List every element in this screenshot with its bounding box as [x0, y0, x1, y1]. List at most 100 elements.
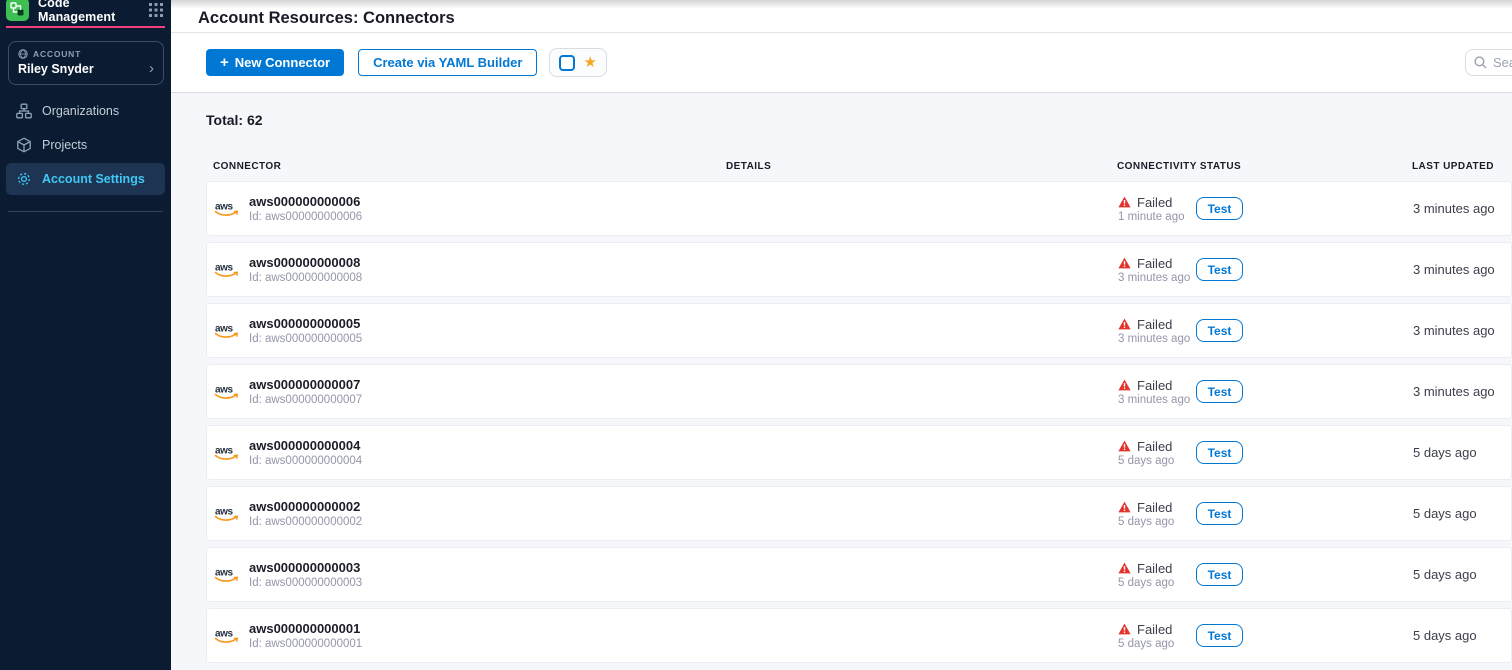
test-button[interactable]: Test	[1196, 502, 1243, 525]
status-block: Failed 5 days ago	[1118, 622, 1196, 650]
connector-name: aws000000000008	[249, 255, 362, 270]
new-connector-button[interactable]: + New Connector	[206, 49, 344, 76]
app-root: Code Management	[0, 0, 1512, 670]
connectivity-status-cell: Failed 5 days ago Test	[1118, 500, 1413, 528]
star-icon[interactable]: ★	[583, 55, 596, 70]
favorites-checkbox[interactable]	[559, 55, 575, 71]
search-box	[1465, 49, 1512, 76]
connector-cell: aws aws000000000005 Id: aws000000000005	[207, 316, 727, 346]
connectivity-status-cell: Failed 3 minutes ago Test	[1118, 378, 1413, 406]
search-icon	[1474, 56, 1487, 69]
table-row[interactable]: aws aws000000000001 Id: aws000000000001	[206, 608, 1512, 663]
connector-name: aws000000000002	[249, 499, 362, 514]
test-button[interactable]: Test	[1196, 319, 1243, 342]
aws-logo-icon: aws	[214, 627, 240, 645]
table-row[interactable]: aws aws000000000003 Id: aws000000000003	[206, 547, 1512, 602]
total-label: Total:	[206, 112, 243, 128]
connector-id: Id: aws000000000007	[249, 393, 362, 407]
last-updated-cell: 5 days ago	[1413, 506, 1511, 521]
main-panel: Account Resources: Connectors + New Conn…	[171, 0, 1512, 670]
warning-icon	[1118, 196, 1131, 208]
test-button[interactable]: Test	[1196, 624, 1243, 647]
status-block: Failed 3 minutes ago	[1118, 378, 1196, 406]
connector-cell: aws aws000000000006 Id: aws000000000006	[207, 194, 727, 224]
create-yaml-builder-button[interactable]: Create via YAML Builder	[358, 49, 537, 76]
table-row[interactable]: aws aws000000000005 Id: aws000000000005	[206, 303, 1512, 358]
connector-name: aws000000000004	[249, 438, 362, 453]
module-accent-line	[6, 26, 165, 28]
code-management-logo-icon[interactable]	[6, 0, 29, 21]
connector-id: Id: aws000000000008	[249, 271, 362, 285]
svg-text:aws: aws	[215, 628, 234, 639]
connector-cell: aws aws000000000008 Id: aws000000000008	[207, 255, 727, 285]
org-chart-icon	[16, 103, 32, 119]
svg-text:aws: aws	[215, 201, 234, 212]
search-input[interactable]	[1493, 55, 1512, 70]
aws-logo-icon: aws	[214, 200, 240, 218]
sidebar-item-label: Organizations	[42, 104, 119, 118]
test-button[interactable]: Test	[1196, 441, 1243, 464]
connectivity-status-cell: Failed 5 days ago Test	[1118, 622, 1413, 650]
account-scope-selector[interactable]: ACCOUNT Riley Snyder ›	[8, 41, 164, 85]
connector-cell: aws aws000000000004 Id: aws000000000004	[207, 438, 727, 468]
status-block: Failed 1 minute ago	[1118, 195, 1196, 223]
aws-logo-icon: aws	[214, 322, 240, 340]
sidebar-item-label: Projects	[42, 138, 87, 152]
table-row[interactable]: aws aws000000000008 Id: aws000000000008	[206, 242, 1512, 297]
page-title: Account Resources: Connectors	[198, 9, 455, 28]
sidebar-item-label: Account Settings	[42, 172, 145, 186]
last-updated-cell: 3 minutes ago	[1413, 384, 1511, 399]
status-block: Failed 3 minutes ago	[1118, 256, 1196, 284]
connectivity-status-cell: Failed 5 days ago Test	[1118, 439, 1413, 467]
column-header-connectivity-status: CONNECTIVITY STATUS	[1117, 161, 1412, 172]
column-header-connector: CONNECTOR	[206, 161, 726, 172]
status-time: 5 days ago	[1118, 455, 1196, 467]
connector-id: Id: aws000000000006	[249, 210, 362, 224]
status-block: Failed 3 minutes ago	[1118, 317, 1196, 345]
chevron-right-icon: ›	[149, 64, 154, 74]
status-time: 3 minutes ago	[1118, 333, 1196, 345]
table-row[interactable]: aws aws000000000004 Id: aws000000000004	[206, 425, 1512, 480]
sidebar-header: Code Management	[0, 0, 171, 22]
status-block: Failed 5 days ago	[1118, 439, 1196, 467]
sidebar-divider	[8, 211, 163, 212]
svg-text:aws: aws	[215, 384, 234, 395]
connector-name: aws000000000001	[249, 621, 362, 636]
sidebar-item-organizations[interactable]: Organizations	[6, 95, 165, 127]
status-time: 1 minute ago	[1118, 211, 1196, 223]
app-switcher-grid-icon[interactable]	[149, 3, 163, 17]
connector-name: aws000000000003	[249, 560, 362, 575]
connector-name-block: aws000000000005 Id: aws000000000005	[249, 316, 362, 346]
table-row[interactable]: aws aws000000000006 Id: aws000000000006	[206, 181, 1512, 236]
test-button[interactable]: Test	[1196, 258, 1243, 281]
status-text: Failed	[1137, 500, 1172, 515]
warning-icon	[1118, 318, 1131, 330]
warning-icon	[1118, 440, 1131, 452]
svg-text:aws: aws	[215, 445, 234, 456]
last-updated-cell: 5 days ago	[1413, 445, 1511, 460]
connector-id: Id: aws000000000003	[249, 576, 362, 590]
last-updated-cell: 5 days ago	[1413, 567, 1511, 582]
sidebar-item-account-settings[interactable]: Account Settings	[6, 163, 165, 195]
connector-id: Id: aws000000000005	[249, 332, 362, 346]
connectivity-status-cell: Failed 1 minute ago Test	[1118, 195, 1413, 223]
plus-icon: +	[220, 54, 229, 71]
test-button[interactable]: Test	[1196, 197, 1243, 220]
test-button[interactable]: Test	[1196, 563, 1243, 586]
table-row[interactable]: aws aws000000000002 Id: aws000000000002	[206, 486, 1512, 541]
status-text: Failed	[1137, 378, 1172, 393]
status-time: 5 days ago	[1118, 638, 1196, 650]
status-text: Failed	[1137, 622, 1172, 637]
last-updated-cell: 3 minutes ago	[1413, 262, 1511, 277]
module-title: Code Management	[38, 0, 149, 24]
table-body: aws aws000000000006 Id: aws000000000006	[206, 181, 1512, 663]
new-connector-label: New Connector	[235, 55, 330, 70]
test-button[interactable]: Test	[1196, 380, 1243, 403]
aws-logo-icon: aws	[214, 444, 240, 462]
status-block: Failed 5 days ago	[1118, 500, 1196, 528]
status-text: Failed	[1137, 256, 1172, 271]
warning-icon	[1118, 501, 1131, 513]
sidebar-item-projects[interactable]: Projects	[6, 129, 165, 161]
table-row[interactable]: aws aws000000000007 Id: aws000000000007	[206, 364, 1512, 419]
connector-name-block: aws000000000003 Id: aws000000000003	[249, 560, 362, 590]
